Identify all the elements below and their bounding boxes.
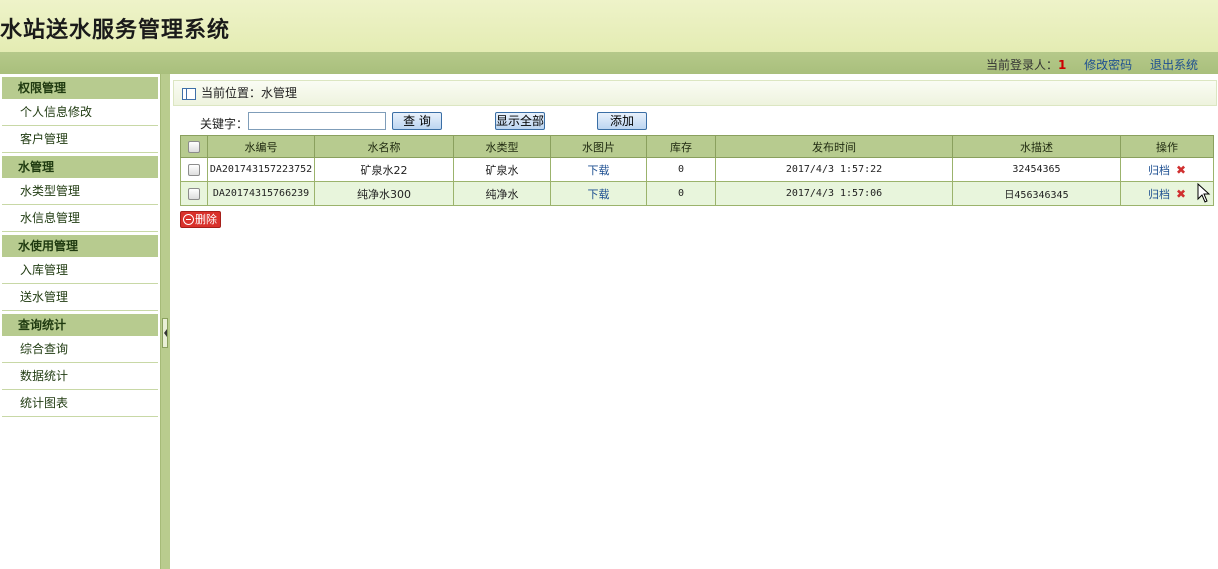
cell-type: 矿泉水: [453, 157, 551, 182]
select-all-checkbox[interactable]: [188, 141, 200, 153]
sidebar-splitter[interactable]: [160, 74, 170, 569]
login-label: 当前登录人：: [985, 58, 1058, 72]
login-user: 1: [1057, 58, 1067, 72]
query-button[interactable]: 查 询: [392, 112, 442, 130]
show-all-button[interactable]: 显示全部: [495, 112, 545, 130]
collapse-handle-icon[interactable]: [162, 318, 168, 348]
row-select[interactable]: [180, 181, 208, 206]
add-button[interactable]: 添加: [597, 112, 647, 130]
cell-id: DA201743157223752: [207, 157, 315, 182]
sidebar-group-water-usage[interactable]: 水使用管理: [2, 235, 158, 257]
sidebar-group-water[interactable]: 水管理: [2, 156, 158, 178]
sidebar-item-water-types[interactable]: 水类型管理: [2, 178, 158, 205]
col-header-type: 水类型: [453, 135, 551, 158]
table-row: DA201743157223752 矿泉水22 矿泉水 下载 0 2017/4/…: [180, 157, 1214, 182]
row-checkbox[interactable]: [188, 163, 200, 176]
col-header-stock: 库存: [646, 135, 716, 158]
water-table: 水编号 水名称 水类型 水图片 库存 发布时间 水描述 操作 DA2017431…: [180, 135, 1214, 206]
sidebar-item-stock-in[interactable]: 入库管理: [2, 257, 158, 284]
archive-link[interactable]: 归档: [1148, 164, 1170, 177]
app-title: 水站送水服务管理系统: [0, 17, 231, 43]
row-select[interactable]: [180, 157, 208, 182]
cell-stock: 0: [646, 181, 716, 206]
archive-link[interactable]: 归档: [1148, 188, 1170, 201]
table-header-row: 水编号 水名称 水类型 水图片 库存 发布时间 水描述 操作: [180, 135, 1214, 158]
cell-name: 纯净水300: [314, 181, 454, 206]
delete-x-icon[interactable]: ✖: [1176, 163, 1186, 177]
delete-button[interactable]: 删除: [180, 211, 221, 228]
col-header-id: 水编号: [207, 135, 315, 158]
main-content: 当前位置：水管理 关键字： 查 询 显示全部 添加 水编号 水名称 水类型 水图…: [170, 74, 1218, 569]
sidebar-item-water-info[interactable]: 水信息管理: [2, 205, 158, 232]
breadcrumb-text: 当前位置：水管理: [201, 86, 298, 100]
breadcrumb: 当前位置：水管理: [173, 80, 1217, 106]
cell-stock: 0: [646, 157, 716, 182]
delete-x-icon[interactable]: ✖: [1176, 187, 1186, 201]
minus-circle-icon: [183, 213, 194, 225]
row-checkbox[interactable]: [188, 187, 200, 200]
cell-id: DA20174315766239: [207, 181, 315, 206]
cell-name: 矿泉水22: [314, 157, 454, 182]
col-header-actions: 操作: [1120, 135, 1214, 158]
top-bar: 当前登录人：1 修改密码 退出系统: [0, 52, 1218, 74]
keyword-input[interactable]: [248, 112, 386, 130]
col-header-time: 发布时间: [715, 135, 953, 158]
sidebar-item-profile[interactable]: 个人信息修改: [2, 99, 158, 126]
sidebar-group-permission[interactable]: 权限管理: [2, 77, 158, 99]
sidebar-group-stats[interactable]: 查询统计: [2, 314, 158, 336]
sidebar: 权限管理 个人信息修改 客户管理 水管理 水类型管理 水信息管理 水使用管理 入…: [0, 74, 160, 569]
col-header-desc: 水描述: [952, 135, 1121, 158]
window-icon: [182, 87, 196, 100]
app-header: 水站送水服务管理系统: [0, 0, 1218, 52]
user-bar: 当前登录人：1 修改密码 退出系统: [986, 56, 1198, 73]
download-link[interactable]: 下载: [588, 188, 610, 201]
download-link[interactable]: 下载: [588, 164, 610, 177]
cell-time: 2017/4/3 1:57:06: [715, 181, 953, 206]
cell-actions: 归档 ✖: [1120, 157, 1214, 182]
col-header-picture: 水图片: [550, 135, 647, 158]
cell-desc: 日456346345: [952, 181, 1121, 206]
select-all-header[interactable]: [180, 135, 208, 158]
sidebar-item-customers[interactable]: 客户管理: [2, 126, 158, 153]
cell-picture: 下载: [550, 157, 647, 182]
cell-picture: 下载: [550, 181, 647, 206]
logout-link[interactable]: 退出系统: [1150, 58, 1198, 72]
cell-type: 纯净水: [453, 181, 551, 206]
cell-desc: 32454365: [952, 157, 1121, 182]
table-row: DA20174315766239 纯净水300 纯净水 下载 0 2017/4/…: [180, 181, 1214, 206]
sidebar-item-charts[interactable]: 统计图表: [2, 390, 158, 417]
col-header-name: 水名称: [314, 135, 454, 158]
sidebar-item-query[interactable]: 综合查询: [2, 336, 158, 363]
delete-button-label: 删除: [195, 213, 217, 226]
sidebar-item-data-stats[interactable]: 数据统计: [2, 363, 158, 390]
change-password-link[interactable]: 修改密码: [1084, 58, 1132, 72]
sidebar-item-delivery[interactable]: 送水管理: [2, 284, 158, 311]
cell-time: 2017/4/3 1:57:22: [715, 157, 953, 182]
